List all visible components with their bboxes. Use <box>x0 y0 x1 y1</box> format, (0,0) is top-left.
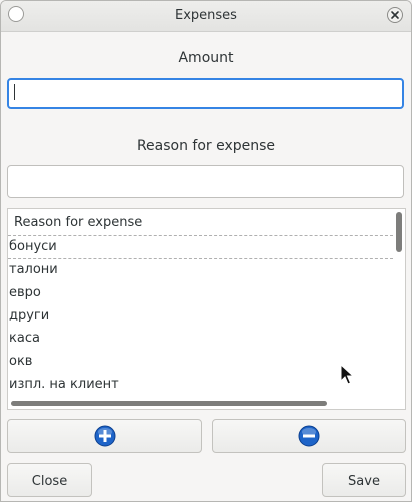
reason-list-rows: бонуси талони евро други каса окв изпл. … <box>8 236 393 397</box>
window-close-button[interactable] <box>387 7 403 23</box>
list-item[interactable]: бонуси <box>8 236 393 259</box>
titlebar: Expenses <box>1 1 411 32</box>
close-button-label: Close <box>31 474 68 489</box>
reason-list-header[interactable]: Reason for expense <box>8 209 393 236</box>
window-title: Expenses <box>175 8 237 23</box>
reason-label: Reason for expense <box>136 138 276 154</box>
close-button[interactable]: Close <box>7 463 92 497</box>
vertical-scrollbar[interactable] <box>396 212 402 252</box>
remove-reason-button[interactable] <box>212 419 406 453</box>
horizontal-scrollbar[interactable] <box>11 401 327 406</box>
list-item[interactable]: каса <box>8 328 393 351</box>
save-button-label: Save <box>348 474 380 489</box>
plus-circle-icon <box>94 425 115 447</box>
list-item[interactable]: окв <box>8 351 393 374</box>
amount-label: Amount <box>178 50 234 66</box>
list-item[interactable]: талони <box>8 259 393 282</box>
amount-input[interactable] <box>7 78 404 109</box>
text-caret <box>14 84 15 100</box>
add-reason-button[interactable] <box>7 419 202 453</box>
reason-input[interactable] <box>7 165 404 198</box>
expenses-dialog: Expenses Amount Reason for expense Reaso… <box>0 0 412 502</box>
mouse-pointer-icon <box>340 364 354 385</box>
list-item[interactable]: изпл. на клиент <box>8 374 393 397</box>
list-item[interactable]: евро <box>8 282 393 305</box>
save-button[interactable]: Save <box>322 463 406 497</box>
close-icon <box>391 11 399 19</box>
minus-circle-icon <box>298 425 320 447</box>
list-item[interactable]: други <box>8 305 393 328</box>
